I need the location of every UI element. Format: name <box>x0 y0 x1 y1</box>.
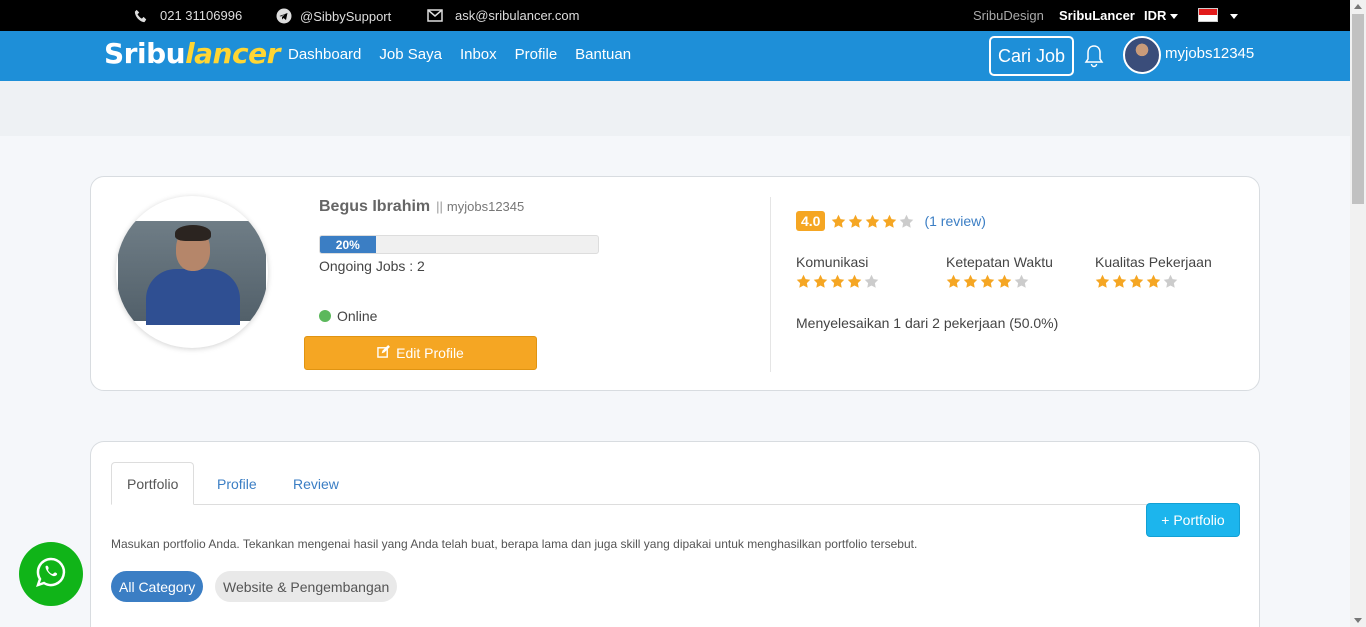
criteria-ketepatan-waktu: Ketepatan Waktu <box>946 254 1053 289</box>
profile-name: Begus Ibrahim <box>319 198 431 215</box>
phone-number: 021 31106996 <box>160 8 243 23</box>
rating-badge: 4.0 <box>796 211 826 231</box>
status-dot-icon <box>319 310 331 322</box>
top-contact-bar: 021 31106996 @SibbySupport ask@sribulanc… <box>0 0 1350 31</box>
whatsapp-button[interactable] <box>19 542 83 606</box>
category-all[interactable]: All Category <box>111 571 204 602</box>
user-avatar[interactable] <box>1123 36 1161 74</box>
edit-profile-label: Edit Profile <box>396 345 464 361</box>
criteria-label: Ketepatan Waktu <box>946 254 1053 270</box>
nav-username[interactable]: myjobs12345 <box>1165 45 1254 62</box>
profile-photo <box>116 196 268 348</box>
name-separator: || <box>436 199 443 214</box>
chevron-down-icon <box>1170 14 1179 20</box>
nav-inbox[interactable]: Inbox <box>460 46 497 63</box>
completion-stat: Menyelesaikan 1 dari 2 pekerjaan (50.0%) <box>796 315 1059 331</box>
scrollbar-thumb[interactable] <box>1352 14 1364 204</box>
online-status: Online <box>319 308 377 324</box>
nav-profile[interactable]: Profile <box>515 46 558 63</box>
edit-icon <box>377 345 391 361</box>
phone-contact[interactable]: 021 31106996 <box>134 8 242 23</box>
overall-rating: 4.0 (1 review) <box>796 211 986 231</box>
sribulancer-link[interactable]: SribuLancer <box>1059 8 1135 23</box>
progress-fill: 20% <box>320 236 376 253</box>
star-filled-icon <box>980 274 995 288</box>
page-scrollbar[interactable] <box>1350 0 1366 627</box>
vertical-divider <box>770 197 771 372</box>
category-website[interactable]: Website & Pengembangan <box>215 571 398 602</box>
sribulancer-logo[interactable]: Sribulancer <box>104 37 280 70</box>
portfolio-description: Masukan portfolio Anda. Tekankan mengena… <box>111 537 918 551</box>
star-filled-icon <box>1095 274 1110 288</box>
profile-completion-bar: 20% <box>319 235 599 254</box>
profile-username: myjobs12345 <box>446 199 525 214</box>
nav-job-saya[interactable]: Job Saya <box>379 46 442 63</box>
criteria-label: Komunikasi <box>796 254 869 270</box>
envelope-icon <box>427 9 443 22</box>
criteria-kualitas-pekerjaan: Kualitas Pekerjaan <box>1095 254 1212 289</box>
star-filled-icon <box>866 214 880 228</box>
rating-stars <box>831 214 914 229</box>
page-header-band <box>0 81 1350 136</box>
star-filled-icon <box>1129 274 1144 288</box>
nav-links: Dashboard Job Saya Inbox Profile Bantuan <box>288 46 631 63</box>
star-empty-icon <box>864 274 879 288</box>
cari-job-button[interactable]: Cari Job <box>989 36 1074 76</box>
portfolio-card: Portfolio Profile Review + Portfolio Mas… <box>90 441 1260 627</box>
telegram-handle: @SibbySupport <box>300 8 392 24</box>
criteria-stars <box>796 274 879 289</box>
star-filled-icon <box>963 274 978 288</box>
email-address: ask@sribulancer.com <box>455 8 580 23</box>
tab-review[interactable]: Review <box>278 462 354 505</box>
logo-part-lancer: lancer <box>185 37 280 70</box>
currency-label: IDR <box>1144 8 1167 23</box>
star-empty-icon <box>1163 274 1178 288</box>
nav-dashboard[interactable]: Dashboard <box>288 46 361 63</box>
status-label: Online <box>337 308 378 324</box>
star-filled-icon <box>796 274 811 288</box>
tab-profile[interactable]: Profile <box>202 462 272 505</box>
criteria-stars <box>946 274 1053 289</box>
telegram-contact[interactable]: @SibbySupport <box>276 8 391 24</box>
star-filled-icon <box>883 214 897 228</box>
ongoing-jobs: Ongoing Jobs : 2 <box>319 258 425 274</box>
language-dropdown[interactable] <box>1226 8 1238 23</box>
star-filled-icon <box>832 214 846 228</box>
telegram-icon <box>276 8 292 24</box>
profile-tabs: Portfolio Profile Review <box>111 462 1239 505</box>
chevron-down-icon <box>1230 14 1238 20</box>
criteria-stars <box>1095 274 1212 289</box>
star-filled-icon <box>830 274 845 288</box>
star-filled-icon <box>849 214 863 228</box>
star-empty-icon <box>900 214 914 228</box>
profile-name-line: Begus Ibrahim || myjobs12345 <box>319 198 524 216</box>
star-filled-icon <box>1112 274 1127 288</box>
indonesia-flag-icon[interactable] <box>1198 8 1218 22</box>
sribudesign-link[interactable]: SribuDesign <box>973 8 1044 23</box>
bell-icon[interactable] <box>1083 44 1105 73</box>
scroll-down-arrow-icon[interactable] <box>1354 618 1362 623</box>
edit-profile-button[interactable]: Edit Profile <box>304 336 537 370</box>
email-contact[interactable]: ask@sribulancer.com <box>427 8 579 23</box>
criteria-komunikasi: Komunikasi <box>796 254 879 289</box>
add-portfolio-button[interactable]: + Portfolio <box>1146 503 1240 537</box>
star-filled-icon <box>1146 274 1161 288</box>
phone-icon <box>134 9 148 23</box>
nav-bantuan[interactable]: Bantuan <box>575 46 631 63</box>
main-navbar: Sribulancer Dashboard Job Saya Inbox Pro… <box>0 31 1350 81</box>
star-filled-icon <box>847 274 862 288</box>
star-filled-icon <box>813 274 828 288</box>
tab-portfolio[interactable]: Portfolio <box>111 462 195 505</box>
scroll-up-arrow-icon[interactable] <box>1354 4 1362 9</box>
profile-card: Begus Ibrahim || myjobs12345 20% Ongoing J… <box>90 176 1260 391</box>
star-filled-icon <box>997 274 1012 288</box>
currency-dropdown[interactable]: IDR <box>1144 8 1179 23</box>
criteria-label: Kualitas Pekerjaan <box>1095 254 1212 270</box>
whatsapp-icon <box>35 556 67 593</box>
review-link[interactable]: (1 review) <box>924 213 985 229</box>
star-filled-icon <box>946 274 961 288</box>
star-empty-icon <box>1014 274 1029 288</box>
logo-part-sribu: Sribu <box>104 37 186 70</box>
